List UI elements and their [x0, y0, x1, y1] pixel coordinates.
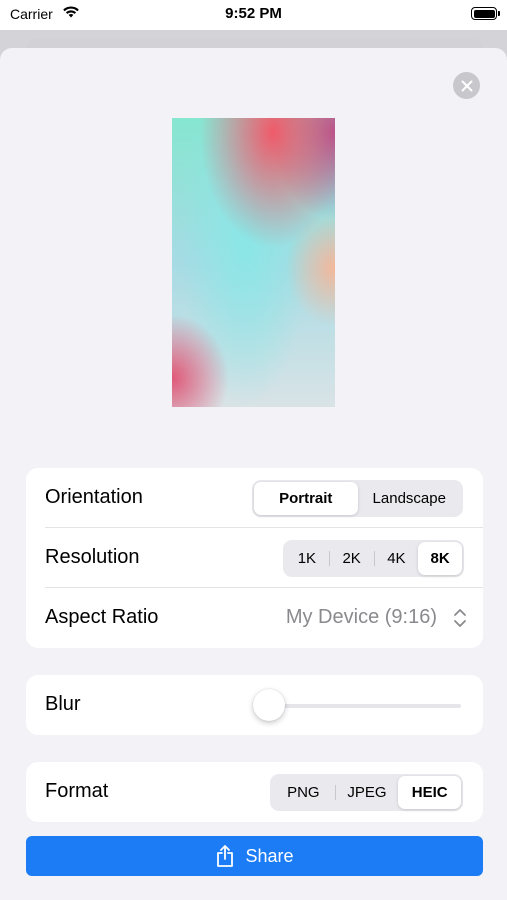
- resolution-option-4k[interactable]: 4K: [375, 542, 419, 575]
- wallpaper-preview: [172, 118, 335, 407]
- format-segmented-control: PNG JPEG HEIC: [270, 774, 463, 811]
- format-option-heic[interactable]: HEIC: [398, 776, 462, 809]
- orientation-option-landscape[interactable]: Landscape: [358, 482, 462, 515]
- blur-slider-thumb[interactable]: [253, 689, 285, 721]
- format-option-jpeg[interactable]: JPEG: [336, 776, 399, 809]
- resolution-option-2k[interactable]: 2K: [330, 542, 374, 575]
- share-button[interactable]: Share: [26, 836, 483, 876]
- resolution-label: Resolution: [45, 546, 140, 568]
- share-icon: [215, 844, 235, 868]
- format-row: Format PNG JPEG HEIC: [26, 762, 483, 822]
- settings-group: Orientation Portrait Landscape Resolutio…: [26, 468, 483, 648]
- aspect-ratio-value[interactable]: My Device (9:16): [286, 606, 437, 629]
- blur-label: Blur: [45, 693, 81, 715]
- chevron-up-down-icon: [453, 608, 467, 633]
- orientation-row: Orientation Portrait Landscape: [26, 468, 483, 528]
- orientation-segmented-control: Portrait Landscape: [252, 480, 463, 517]
- blur-group: Blur: [26, 675, 483, 735]
- orientation-label: Orientation: [45, 486, 143, 508]
- aspect-ratio-row[interactable]: Aspect Ratio My Device (9:16): [26, 588, 483, 648]
- battery-icon: [471, 7, 500, 20]
- share-button-label: Share: [245, 845, 294, 866]
- close-button[interactable]: [453, 72, 480, 99]
- format-group: Format PNG JPEG HEIC: [26, 762, 483, 822]
- blur-slider-track[interactable]: [268, 704, 461, 708]
- status-time: 9:52 PM: [225, 5, 282, 22]
- resolution-row: Resolution 1K 2K 4K 8K: [26, 528, 483, 588]
- blur-row: Blur: [26, 675, 483, 735]
- status-bar: Carrier 9:52 PM: [0, 0, 507, 30]
- aspect-ratio-label: Aspect Ratio: [45, 606, 159, 628]
- resolution-option-1k[interactable]: 1K: [285, 542, 329, 575]
- resolution-option-8k[interactable]: 8K: [418, 542, 462, 575]
- orientation-option-portrait[interactable]: Portrait: [254, 482, 358, 515]
- format-option-png[interactable]: PNG: [272, 776, 335, 809]
- close-icon: [461, 80, 472, 91]
- format-label: Format: [45, 780, 109, 802]
- resolution-segmented-control: 1K 2K 4K 8K: [283, 540, 464, 577]
